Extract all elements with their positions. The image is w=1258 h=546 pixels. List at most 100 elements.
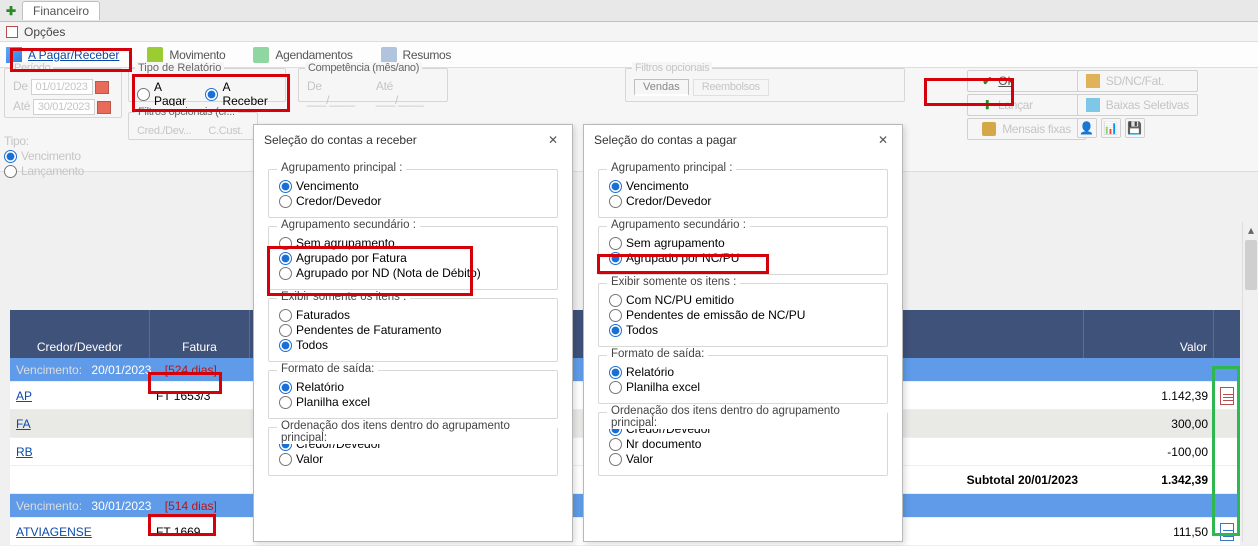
comp-ate[interactable]: Até ___/____ bbox=[376, 79, 439, 107]
credor-link[interactable]: ATVIAGENSE bbox=[16, 525, 92, 539]
radio-todos[interactable]: Todos bbox=[609, 323, 877, 337]
radio-label: Pendentes de emissão de NC/PU bbox=[626, 308, 805, 322]
tb-label: Movimento bbox=[169, 48, 225, 62]
radio-com-ncpu[interactable]: Com NC/PU emitido bbox=[609, 293, 877, 307]
tool-icon-1[interactable]: 👤 bbox=[1077, 118, 1097, 138]
btn-label: Mensais fixas bbox=[1002, 122, 1071, 136]
radio-por-fatura[interactable]: Agrupado por Fatura bbox=[279, 251, 547, 265]
cred-dev-btn[interactable]: Cred./Dev... bbox=[137, 125, 191, 137]
ccust-btn[interactable]: C.Cust. bbox=[208, 125, 243, 137]
radio-faturados[interactable]: Faturados bbox=[279, 308, 547, 322]
radio-label: Todos bbox=[296, 338, 328, 352]
radio-por-ncpu[interactable]: Agrupado por NC/PU bbox=[609, 251, 877, 265]
radio-label: Lançamento bbox=[21, 164, 84, 178]
dialog-contas-receber: Seleção do contas a receber ✕ Agrupament… bbox=[253, 124, 573, 542]
tab-financeiro[interactable]: Financeiro bbox=[22, 1, 100, 20]
fatura-cell: FT 1653/3 bbox=[150, 389, 250, 403]
date-de[interactable]: 01/01/2023 bbox=[31, 79, 93, 95]
valor-cell: 1.142,39 bbox=[1084, 389, 1214, 403]
col-fatura[interactable]: Fatura bbox=[150, 310, 250, 358]
btn-label: Ok bbox=[998, 74, 1013, 88]
wand-icon bbox=[6, 47, 22, 63]
radio-credor[interactable]: Credor/Devedor bbox=[279, 194, 547, 208]
radio-planilha[interactable]: Planilha excel bbox=[279, 395, 547, 409]
valor-cell: -100,00 bbox=[1084, 445, 1214, 459]
radio-pend-ncpu[interactable]: Pendentes de emissão de NC/PU bbox=[609, 308, 877, 322]
radio-relatorio[interactable]: Relatório bbox=[279, 380, 547, 394]
col-valor[interactable]: Valor bbox=[1084, 310, 1214, 358]
credor-link[interactable]: AP bbox=[16, 389, 32, 403]
mensais-button[interactable]: Mensais fixas bbox=[967, 118, 1086, 140]
check-icon: ✔ bbox=[982, 74, 992, 88]
chart-icon: 📊 bbox=[1103, 121, 1118, 135]
btn-label: Lançar bbox=[998, 98, 1033, 112]
group-label: Vencimento: bbox=[16, 363, 82, 377]
plus-icon: ✚ bbox=[982, 98, 992, 112]
tb-resumos[interactable]: Resumos bbox=[381, 47, 452, 63]
tb-label: Agendamentos bbox=[275, 48, 352, 62]
row-doc-icon[interactable] bbox=[1220, 387, 1234, 405]
date-ate[interactable]: 30/01/2023 bbox=[33, 99, 95, 115]
tab-vendas[interactable]: Vendas bbox=[634, 79, 689, 96]
radio-pendentes-fat[interactable]: Pendentes de Faturamento bbox=[279, 323, 547, 337]
group-date: 20/01/2023 bbox=[91, 363, 151, 377]
lancar-button[interactable]: ✚ Lançar bbox=[967, 94, 1086, 116]
fs-title: Agrupamento secundário : bbox=[607, 219, 750, 231]
close-icon[interactable]: ✕ bbox=[874, 131, 892, 149]
calendar-icon[interactable] bbox=[95, 81, 109, 94]
calendar-icon bbox=[253, 47, 269, 63]
fs-title: Ordenação dos itens dentro do agrupament… bbox=[277, 420, 557, 444]
dialog-contas-pagar: Seleção do contas a pagar ✕ Agrupamento … bbox=[583, 124, 903, 542]
summary-icon bbox=[381, 47, 397, 63]
menu-opcoes[interactable]: Opções bbox=[24, 25, 65, 39]
baixas-button[interactable]: Baixas Seletivas bbox=[1077, 94, 1198, 116]
radio-todos[interactable]: Todos bbox=[279, 338, 547, 352]
radio-label: Pendentes de Faturamento bbox=[296, 323, 441, 337]
radio-ord-valor[interactable]: Valor bbox=[279, 452, 547, 466]
tool-icon-3[interactable]: 💾 bbox=[1125, 118, 1145, 138]
valor-cell: 111,50 bbox=[1084, 525, 1214, 539]
credor-link[interactable]: FA bbox=[16, 417, 31, 431]
comp-de[interactable]: De ___/____ bbox=[307, 79, 368, 107]
tb-agendamentos[interactable]: Agendamentos bbox=[253, 47, 352, 63]
scroll-up-icon[interactable]: ▴ bbox=[1243, 222, 1258, 238]
scroll-thumb[interactable] bbox=[1245, 240, 1257, 290]
new-tab-icon[interactable]: ✚ bbox=[4, 4, 18, 18]
tool-icon-2[interactable]: 📊 bbox=[1101, 118, 1121, 138]
radio-ord-valor[interactable]: Valor bbox=[609, 452, 877, 466]
group-label: Vencimento: bbox=[16, 499, 82, 513]
doc-icon bbox=[1086, 74, 1100, 88]
radio-label: Valor bbox=[296, 452, 323, 466]
radio-vencimento[interactable]: Vencimento bbox=[609, 179, 877, 193]
radio-label: Credor/Devedor bbox=[626, 194, 711, 208]
col-credor[interactable]: Credor/Devedor bbox=[10, 310, 150, 358]
group-days: [514 dias] bbox=[165, 499, 217, 513]
tab-reembolsos[interactable]: Reembolsos bbox=[693, 79, 769, 96]
fs-title: Formato de saída: bbox=[607, 348, 708, 360]
radio-ord-nrdoc[interactable]: Nr documento bbox=[609, 437, 877, 451]
radio-vencimento[interactable]: Vencimento bbox=[279, 179, 547, 193]
btn-label: Baixas Seletivas bbox=[1106, 98, 1189, 112]
radio-planilha[interactable]: Planilha excel bbox=[609, 380, 877, 394]
radio-label: Agrupado por ND (Nota de Débito) bbox=[296, 266, 481, 280]
row-doc-icon[interactable] bbox=[1220, 523, 1234, 541]
tb-movimento[interactable]: Movimento bbox=[147, 47, 225, 63]
radio-label: A Pagar bbox=[154, 80, 195, 108]
radio-lancamento[interactable] bbox=[4, 165, 17, 178]
sdnc-button[interactable]: SD/NC/Fat. bbox=[1077, 70, 1198, 92]
close-icon[interactable]: ✕ bbox=[544, 131, 562, 149]
tb-a-pagar-receber[interactable]: A Pagar/Receber bbox=[6, 47, 119, 63]
radio-label: Agrupado por Fatura bbox=[296, 251, 407, 265]
scrollbar[interactable]: ▴ bbox=[1242, 222, 1258, 542]
radio-a-receber[interactable]: A Receber bbox=[205, 80, 277, 108]
radio-sem-agrup[interactable]: Sem agrupamento bbox=[609, 236, 877, 250]
credor-link[interactable]: RB bbox=[16, 445, 33, 459]
radio-por-nd[interactable]: Agrupado por ND (Nota de Débito) bbox=[279, 266, 547, 280]
radio-a-pagar[interactable]: A Pagar bbox=[137, 80, 195, 108]
radio-credor[interactable]: Credor/Devedor bbox=[609, 194, 877, 208]
ok-button[interactable]: ✔ Ok bbox=[967, 70, 1086, 92]
calendar-icon[interactable] bbox=[97, 101, 111, 114]
radio-sem-agrup[interactable]: Sem agrupamento bbox=[279, 236, 547, 250]
radio-vencimento[interactable] bbox=[4, 150, 17, 163]
radio-relatorio[interactable]: Relatório bbox=[609, 365, 877, 379]
